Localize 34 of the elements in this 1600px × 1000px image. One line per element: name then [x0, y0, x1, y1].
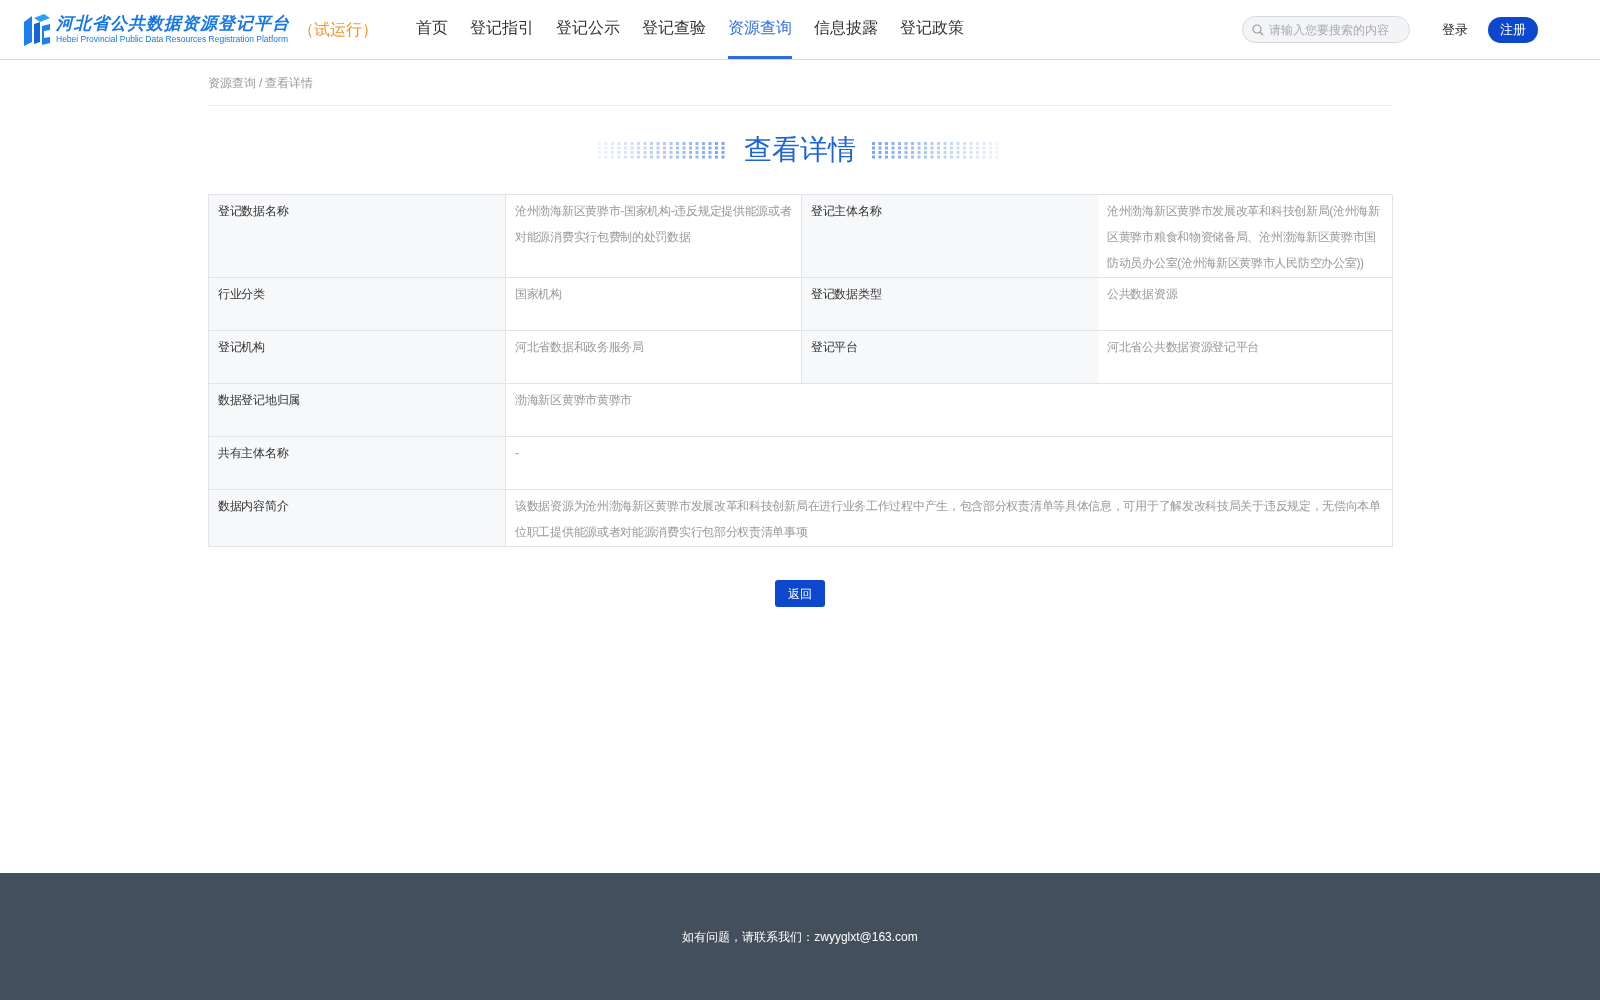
field-label: 登记平台	[802, 331, 1098, 384]
field-label: 行业分类	[209, 278, 506, 331]
search-icon	[1252, 23, 1264, 36]
nav-link[interactable]: 信息披露	[814, 0, 878, 59]
field-value: 渤海新区黄骅市黄骅市	[506, 384, 1393, 437]
nav-link[interactable]: 登记指引	[470, 0, 534, 59]
field-value: 沧州渤海新区黄骅市发展改革和科技创新局(沧州海新区黄骅市粮食和物资储备局、沧州渤海新区黄骅市国防动员办公室(沧州海新区黄骅市人民防空办公室))	[1098, 195, 1393, 278]
register-button[interactable]: 注册	[1488, 16, 1538, 43]
footer-contact: 如有问题，请联系我们：zwyyglxt@163.com	[682, 928, 918, 946]
field-label: 登记数据名称	[209, 195, 506, 278]
field-value: 河北省公共数据资源登记平台	[1098, 331, 1393, 384]
field-value: 公共数据资源	[1098, 278, 1393, 331]
platform-title: 河北省公共数据资源登记平台	[56, 14, 290, 34]
field-value: -	[506, 437, 1393, 490]
field-value: 该数据资源为沧州渤海新区黄骅市发展改革和科技创新局在进行业务工作过程中产生，包含部分权责清单等具体信息，可用于了解发改科技局关于违反规定，无偿向本单位职工提供能源或者对能源消费实行包部分权责清单事项	[506, 490, 1393, 547]
field-label: 数据内容简介	[209, 490, 506, 547]
field-label: 数据登记地归属	[209, 384, 506, 437]
trial-run-label: （试运行）	[298, 19, 378, 40]
field-label: 登记机构	[209, 331, 506, 384]
back-button[interactable]: 返回	[775, 580, 825, 607]
login-link[interactable]: 登录	[1442, 19, 1468, 40]
nav-link[interactable]: 登记公示	[556, 0, 620, 59]
breadcrumb-separator: /	[259, 74, 263, 92]
nav-link[interactable]: 资源查询	[728, 0, 792, 59]
nav-link[interactable]: 首页	[416, 0, 448, 59]
field-label: 共有主体名称	[209, 437, 506, 490]
platform-subtitle: Hebei Provincial Public Data Resources Registration Platform	[56, 34, 289, 45]
search-field[interactable]: 请输入您要搜索的内容	[1242, 16, 1410, 43]
breadcrumb-current: 查看详情	[265, 74, 314, 92]
nav-link[interactable]: 登记查验	[642, 0, 706, 59]
field-label: 登记数据类型	[802, 278, 1098, 331]
page-title: 查看详情	[744, 133, 856, 167]
field-label: 登记主体名称	[802, 195, 1098, 278]
nav-link[interactable]: 登记政策	[900, 0, 964, 59]
